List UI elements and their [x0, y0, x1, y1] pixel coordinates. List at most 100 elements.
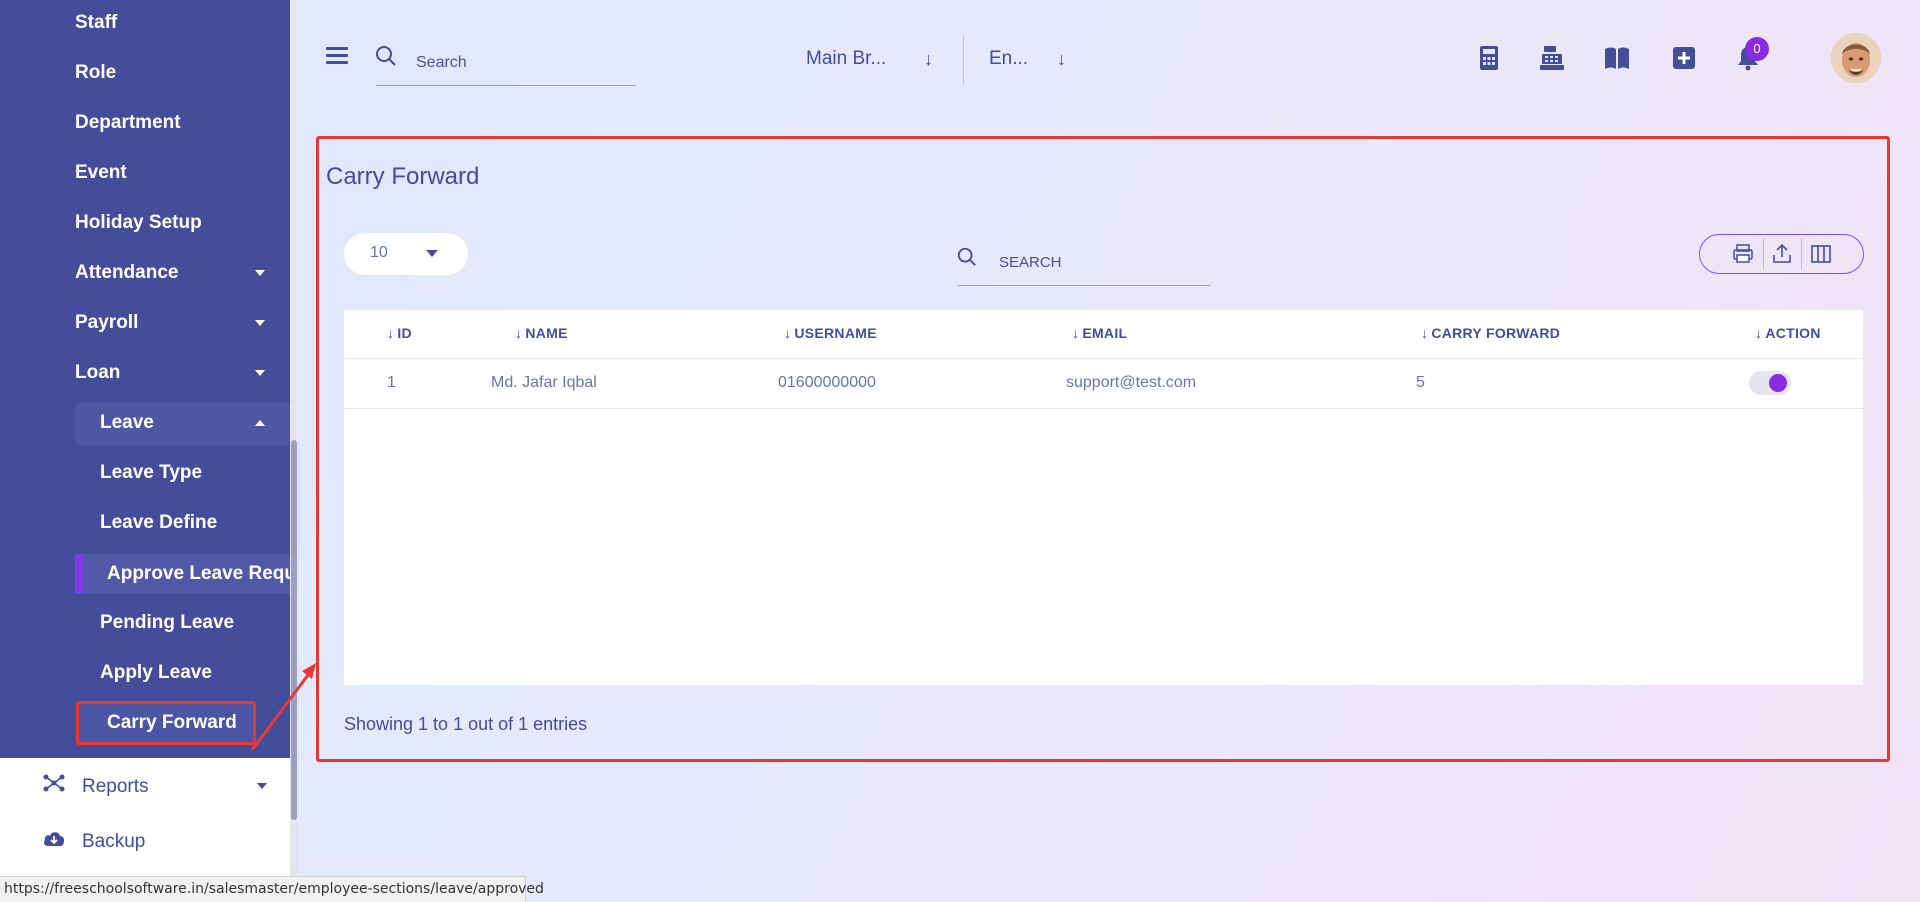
- sidebar-item-label: Carry Forward: [107, 712, 237, 733]
- columns-button[interactable]: [1803, 235, 1839, 273]
- header-divider: [963, 35, 964, 85]
- notification-badge: 0: [1745, 37, 1769, 61]
- sidebar: Staff Role Department Event Holiday Setu…: [0, 0, 290, 902]
- column-header-carry-forward[interactable]: ↓ CARRY FORWARD: [1421, 325, 1560, 341]
- button-separator: [1801, 239, 1802, 269]
- cell-name: Md. Jafar Iqbal: [491, 374, 597, 391]
- sort-arrow-icon: ↓: [1421, 325, 1429, 341]
- annotation-arrow-icon: [250, 663, 316, 751]
- column-header-id[interactable]: ↓ ID: [387, 325, 412, 341]
- sidebar-item-leave-type[interactable]: Leave Type: [100, 453, 202, 493]
- sidebar-item-label: Event: [75, 162, 127, 183]
- column-header-email[interactable]: ↓ EMAIL: [1072, 325, 1127, 341]
- column-header-username[interactable]: ↓ USERNAME: [784, 325, 877, 341]
- chevron-down-icon: [257, 783, 267, 789]
- sidebar-item-label: Apply Leave: [100, 662, 212, 683]
- sidebar-item-loan[interactable]: Loan: [75, 353, 275, 393]
- cell-id: 1: [387, 374, 396, 391]
- column-header-label: EMAIL: [1082, 325, 1128, 341]
- search-icon: [957, 247, 976, 266]
- toggle-knob: [1769, 374, 1787, 392]
- hamburger-menu-icon[interactable]: [326, 47, 348, 64]
- caret-down-icon: [426, 250, 438, 257]
- rows-per-page-value: 10: [370, 244, 388, 261]
- table-row: 1 Md. Jafar Iqbal 01600000000 support@te…: [344, 359, 1863, 409]
- sidebar-item-reports[interactable]: Reports: [42, 766, 282, 806]
- browser-status-bar: https://freeschoolsoftware.in/salesmaste…: [0, 876, 544, 902]
- sidebar-item-label: Leave Type: [100, 462, 203, 483]
- sort-arrow-icon: ↓: [784, 325, 792, 341]
- sidebar-item-label: Approve Leave Reque: [107, 563, 290, 584]
- sidebar-item-backup[interactable]: Backup: [42, 821, 145, 861]
- chevron-down-icon: [255, 370, 265, 376]
- sidebar-item-label: Backup: [82, 831, 146, 852]
- carry-forward-table: ↓ ID ↓ NAME ↓ USERNAME ↓ EMAIL ↓ CARRY FORWAR…: [344, 310, 1863, 685]
- sidebar-item-staff[interactable]: Staff: [75, 3, 117, 43]
- add-square-icon[interactable]: [1670, 44, 1698, 72]
- sidebar-item-label: Attendance: [75, 262, 179, 283]
- sort-arrow-icon: ↓: [1755, 325, 1763, 341]
- sidebar-item-label: Holiday Setup: [75, 212, 202, 233]
- chevron-down-icon: [255, 270, 265, 276]
- sidebar-item-label: Payroll: [75, 312, 139, 333]
- calculator-icon[interactable]: [1475, 44, 1503, 72]
- sidebar-item-role[interactable]: Role: [75, 53, 116, 93]
- arrow-down-icon: ↓: [924, 49, 933, 69]
- cell-carry-forward: 5: [1416, 374, 1425, 391]
- sort-arrow-icon: ↓: [1072, 325, 1080, 341]
- print-icon: [1733, 244, 1753, 263]
- page-title: Carry Forward: [326, 163, 480, 190]
- chevron-down-icon: [255, 320, 265, 326]
- upload-icon: [1773, 243, 1791, 263]
- column-header-label: CARRY FORWARD: [1431, 325, 1561, 341]
- sidebar-item-event[interactable]: Event: [75, 153, 127, 193]
- sidebar-item-leave-define[interactable]: Leave Define: [100, 503, 217, 543]
- column-header-action[interactable]: ↓ ACTION: [1755, 325, 1821, 341]
- header-search-input[interactable]: [376, 40, 636, 86]
- language-dropdown[interactable]: En... ↓: [989, 44, 1079, 74]
- column-header-label: ID: [397, 325, 412, 341]
- sidebar-item-label: Staff: [75, 12, 118, 33]
- arrow-down-icon: ↓: [1057, 49, 1066, 69]
- action-toggle[interactable]: [1749, 371, 1791, 395]
- sidebar-item-label: Pending Leave: [100, 612, 235, 633]
- sidebar-item-label: Leave: [100, 412, 154, 433]
- columns-icon: [1811, 245, 1831, 263]
- cloud-download-icon: [42, 821, 66, 861]
- sidebar-item-attendance[interactable]: Attendance: [75, 253, 275, 293]
- sidebar-item-holiday-setup[interactable]: Holiday Setup: [75, 203, 202, 243]
- avatar[interactable]: [1831, 33, 1881, 83]
- table-header: ↓ ID ↓ NAME ↓ USERNAME ↓ EMAIL ↓ CARRY FORWAR…: [344, 310, 1863, 359]
- sort-arrow-icon: ↓: [515, 325, 523, 341]
- table-search-input[interactable]: [958, 240, 1210, 286]
- sidebar-active-indicator: [75, 554, 83, 594]
- search-icon: [376, 46, 396, 66]
- language-dropdown-value: En...: [989, 48, 1029, 69]
- sidebar-item-leave[interactable]: Leave: [100, 403, 275, 443]
- column-header-name[interactable]: ↓ NAME: [515, 325, 568, 341]
- sidebar-item-payroll[interactable]: Payroll: [75, 303, 275, 343]
- branch-dropdown[interactable]: Main Br... ↓: [806, 44, 946, 74]
- sidebar-item-label: Leave Define: [100, 512, 218, 533]
- chevron-up-icon: [255, 420, 265, 426]
- reports-icon: [42, 766, 66, 806]
- sidebar-item-department[interactable]: Department: [75, 103, 181, 143]
- table-action-buttons: [1699, 234, 1864, 274]
- sidebar-item-label: Reports: [82, 776, 149, 797]
- cash-register-icon[interactable]: [1538, 44, 1566, 72]
- column-header-label: USERNAME: [794, 325, 877, 341]
- rows-per-page-select[interactable]: 10: [344, 233, 468, 275]
- cell-username: 01600000000: [778, 374, 876, 391]
- cell-email: support@test.com: [1066, 374, 1197, 391]
- sort-arrow-icon: ↓: [387, 325, 395, 341]
- export-button[interactable]: [1764, 235, 1800, 273]
- print-button[interactable]: [1725, 235, 1761, 273]
- sidebar-item-approve-leave[interactable]: Approve Leave Reque: [107, 554, 290, 594]
- book-icon[interactable]: [1603, 44, 1631, 72]
- sidebar-scrollbar-thumb[interactable]: [291, 440, 297, 820]
- sidebar-item-label: Department: [75, 112, 181, 133]
- sidebar-item-carry-forward[interactable]: Carry Forward: [107, 703, 237, 743]
- sidebar-item-apply-leave[interactable]: Apply Leave: [100, 653, 212, 693]
- column-header-label: NAME: [525, 325, 568, 341]
- sidebar-item-pending-leave[interactable]: Pending Leave: [100, 603, 234, 643]
